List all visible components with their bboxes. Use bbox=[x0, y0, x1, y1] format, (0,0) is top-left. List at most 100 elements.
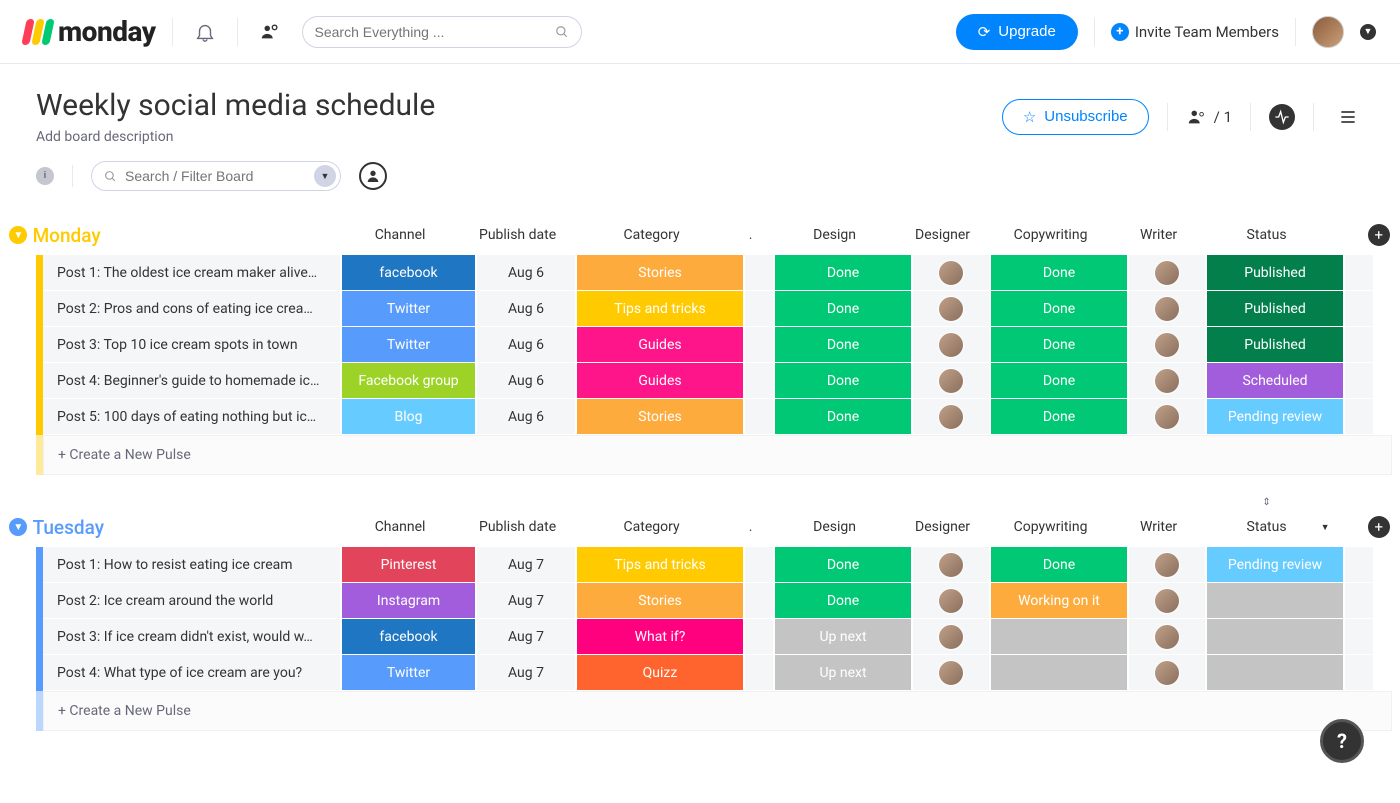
category-cell[interactable]: Stories bbox=[575, 255, 743, 291]
category-cell[interactable]: Guides bbox=[575, 363, 743, 399]
add-column-button[interactable]: + bbox=[1368, 516, 1390, 538]
copywriting-status-cell[interactable]: Done bbox=[989, 363, 1127, 399]
create-pulse-button[interactable]: + Create a New Pulse bbox=[43, 691, 1392, 731]
design-status-cell[interactable]: Done bbox=[773, 399, 911, 435]
column-header[interactable]: . bbox=[736, 519, 766, 535]
activity-icon[interactable] bbox=[1269, 104, 1295, 130]
channel-cell[interactable]: Blog bbox=[340, 399, 475, 435]
design-status-cell[interactable]: Done bbox=[773, 547, 911, 583]
date-cell[interactable]: Aug 7 bbox=[475, 619, 575, 655]
task-name-cell[interactable]: Post 4: Beginner's guide to homemade ic… bbox=[43, 363, 340, 399]
group-collapse-icon[interactable]: ▼ bbox=[9, 226, 27, 244]
date-cell[interactable]: Aug 6 bbox=[475, 255, 575, 291]
logo[interactable]: monday bbox=[24, 15, 156, 48]
status-cell[interactable] bbox=[1205, 619, 1343, 655]
designer-cell[interactable] bbox=[911, 255, 989, 291]
column-header[interactable]: Writer bbox=[1120, 519, 1198, 535]
column-header[interactable]: Channel bbox=[333, 227, 468, 243]
status-cell[interactable]: Scheduled bbox=[1205, 363, 1343, 399]
category-cell[interactable]: Tips and tricks bbox=[575, 547, 743, 583]
task-name-cell[interactable]: Post 2: Ice cream around the world bbox=[43, 583, 340, 619]
status-cell[interactable]: Published bbox=[1205, 291, 1343, 327]
column-header[interactable]: Designer bbox=[904, 519, 982, 535]
upgrade-button[interactable]: ⟳ Upgrade bbox=[956, 14, 1078, 50]
date-cell[interactable]: Aug 6 bbox=[475, 327, 575, 363]
status-cell[interactable] bbox=[1205, 655, 1343, 691]
task-name-cell[interactable]: Post 4: What type of ice cream are you? bbox=[43, 655, 340, 691]
user-menu-caret-icon[interactable]: ▼ bbox=[1360, 24, 1376, 40]
column-header[interactable]: Copywriting bbox=[982, 227, 1120, 243]
category-cell[interactable]: Stories bbox=[575, 583, 743, 619]
column-header[interactable]: Category bbox=[568, 519, 736, 535]
category-cell[interactable]: Quizz bbox=[575, 655, 743, 691]
copywriting-status-cell[interactable] bbox=[989, 655, 1127, 691]
board-description[interactable]: Add board description bbox=[36, 129, 1002, 145]
status-cell[interactable] bbox=[1205, 583, 1343, 619]
status-cell[interactable]: Published bbox=[1205, 327, 1343, 363]
user-avatar[interactable] bbox=[1312, 16, 1344, 48]
date-cell[interactable]: Aug 6 bbox=[475, 363, 575, 399]
column-header[interactable]: Design bbox=[766, 519, 904, 535]
writer-cell[interactable] bbox=[1127, 291, 1205, 327]
writer-cell[interactable] bbox=[1127, 655, 1205, 691]
person-filter-icon[interactable] bbox=[359, 162, 387, 190]
column-header[interactable]: Category bbox=[568, 227, 736, 243]
copywriting-status-cell[interactable]: Done bbox=[989, 399, 1127, 435]
column-header[interactable]: Writer bbox=[1120, 227, 1198, 243]
writer-cell[interactable] bbox=[1127, 327, 1205, 363]
group-collapse-icon[interactable]: ▼ bbox=[9, 518, 27, 536]
channel-cell[interactable]: Twitter bbox=[340, 655, 475, 691]
design-status-cell[interactable]: Up next bbox=[773, 655, 911, 691]
copywriting-status-cell[interactable] bbox=[989, 619, 1127, 655]
design-status-cell[interactable]: Done bbox=[773, 291, 911, 327]
channel-cell[interactable]: Facebook group bbox=[340, 363, 475, 399]
create-pulse-button[interactable]: + Create a New Pulse bbox=[43, 435, 1392, 475]
unsubscribe-button[interactable]: ☆ Unsubscribe bbox=[1002, 99, 1149, 135]
search-input[interactable] bbox=[315, 24, 555, 40]
designer-cell[interactable] bbox=[911, 619, 989, 655]
designer-cell[interactable] bbox=[911, 583, 989, 619]
design-status-cell[interactable]: Done bbox=[773, 363, 911, 399]
invite-members-button[interactable]: + Invite Team Members bbox=[1111, 23, 1279, 41]
search-dropdown-icon[interactable]: ▼ bbox=[314, 165, 336, 187]
search-board-input[interactable] bbox=[125, 168, 314, 184]
writer-cell[interactable] bbox=[1127, 399, 1205, 435]
column-header[interactable]: Status bbox=[1198, 227, 1336, 243]
category-cell[interactable]: Guides bbox=[575, 327, 743, 363]
channel-cell[interactable]: facebook bbox=[340, 255, 475, 291]
column-header[interactable]: Channel bbox=[333, 519, 468, 535]
task-name-cell[interactable]: Post 1: The oldest ice cream maker alive… bbox=[43, 255, 340, 291]
category-cell[interactable]: Stories bbox=[575, 399, 743, 435]
copywriting-status-cell[interactable]: Done bbox=[989, 327, 1127, 363]
group-title[interactable]: Tuesday bbox=[29, 516, 333, 539]
date-cell[interactable]: Aug 7 bbox=[475, 583, 575, 619]
writer-cell[interactable] bbox=[1127, 255, 1205, 291]
date-cell[interactable]: Aug 7 bbox=[475, 655, 575, 691]
designer-cell[interactable] bbox=[911, 547, 989, 583]
status-cell[interactable]: Published bbox=[1205, 255, 1343, 291]
design-status-cell[interactable]: Done bbox=[773, 327, 911, 363]
designer-cell[interactable] bbox=[911, 291, 989, 327]
date-cell[interactable]: Aug 6 bbox=[475, 399, 575, 435]
bell-icon[interactable] bbox=[189, 16, 221, 48]
column-header[interactable]: Publish date bbox=[468, 227, 568, 243]
design-status-cell[interactable]: Done bbox=[773, 255, 911, 291]
copywriting-status-cell[interactable]: Done bbox=[989, 255, 1127, 291]
writer-cell[interactable] bbox=[1127, 583, 1205, 619]
channel-cell[interactable]: Twitter bbox=[340, 327, 475, 363]
task-name-cell[interactable]: Post 3: If ice cream didn't exist, would… bbox=[43, 619, 340, 655]
status-cell[interactable]: Pending review bbox=[1205, 547, 1343, 583]
help-button[interactable]: ? bbox=[1320, 719, 1364, 763]
board-title[interactable]: Weekly social media schedule bbox=[36, 88, 1002, 123]
writer-cell[interactable] bbox=[1127, 619, 1205, 655]
copywriting-status-cell[interactable]: Done bbox=[989, 547, 1127, 583]
date-cell[interactable]: Aug 7 bbox=[475, 547, 575, 583]
designer-cell[interactable] bbox=[911, 327, 989, 363]
copywriting-status-cell[interactable]: Working on it bbox=[989, 583, 1127, 619]
channel-cell[interactable]: facebook bbox=[340, 619, 475, 655]
column-header[interactable]: Designer bbox=[904, 227, 982, 243]
column-header[interactable]: ⇕Status▼ bbox=[1198, 519, 1336, 535]
column-header[interactable]: Copywriting bbox=[982, 519, 1120, 535]
designer-cell[interactable] bbox=[911, 655, 989, 691]
task-name-cell[interactable]: Post 2: Pros and cons of eating ice crea… bbox=[43, 291, 340, 327]
